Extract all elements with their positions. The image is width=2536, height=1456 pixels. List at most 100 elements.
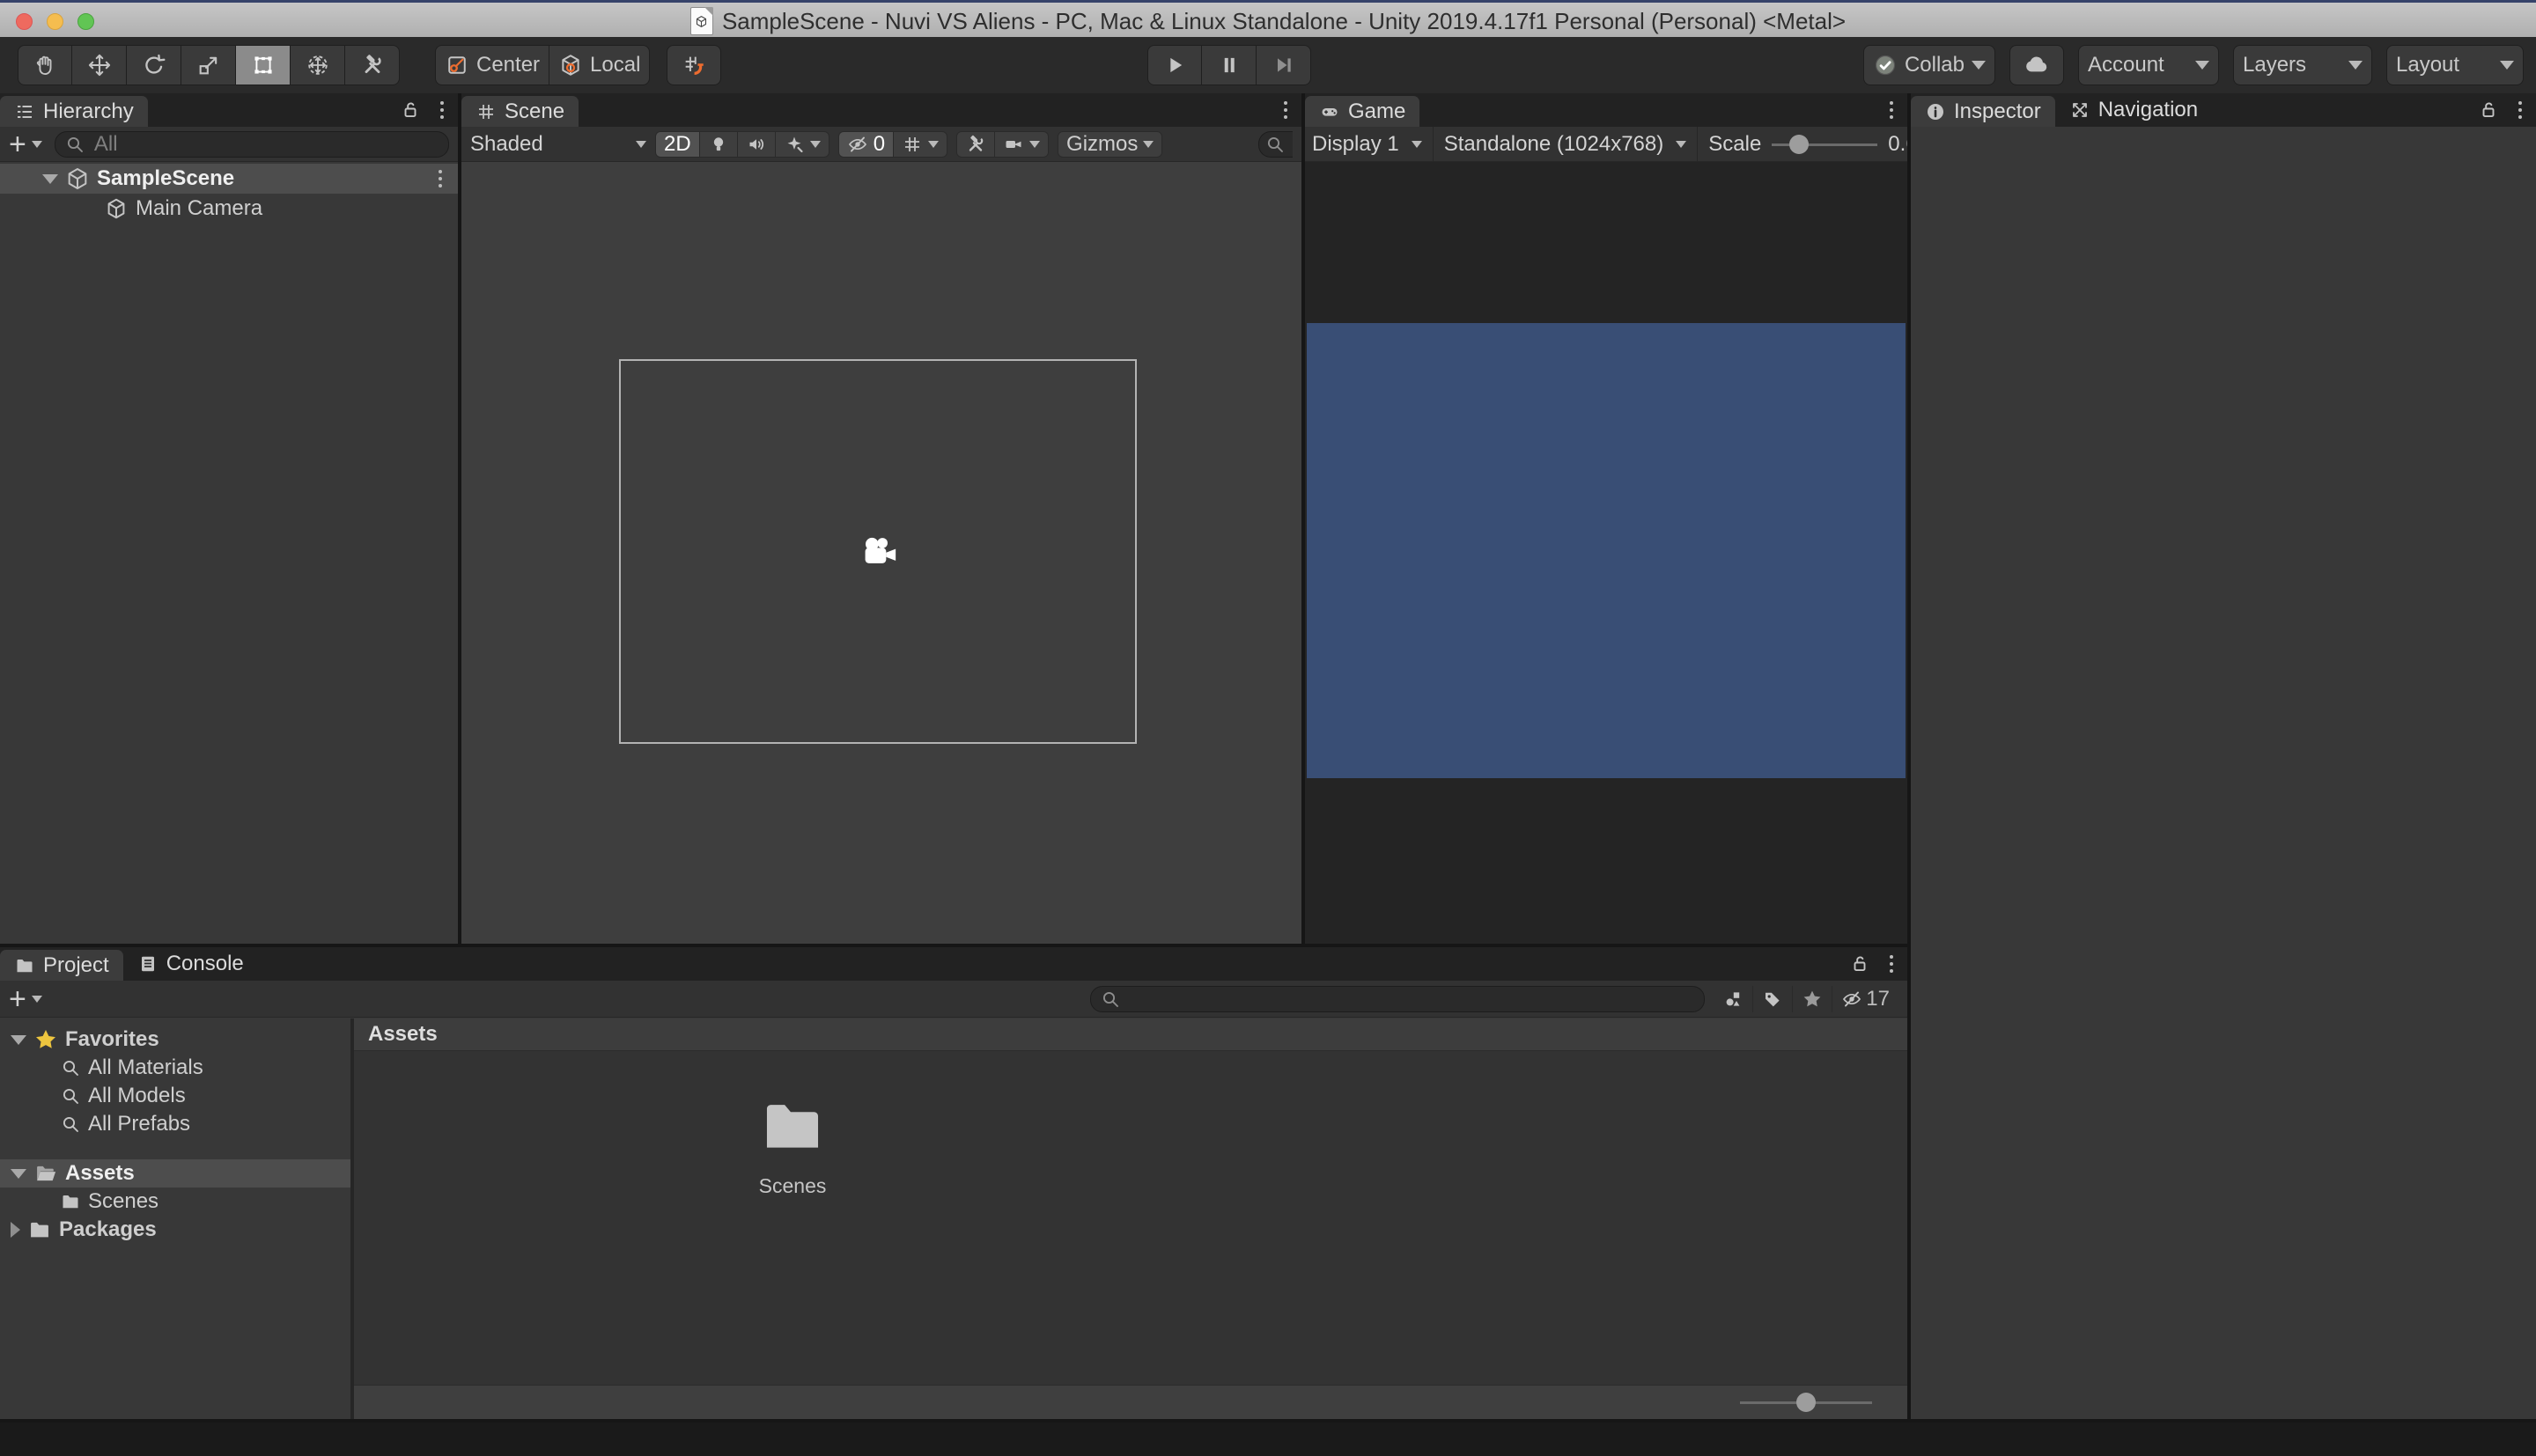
move-tool-button[interactable] — [72, 45, 127, 85]
toggle-2d-button[interactable]: 2D — [655, 130, 700, 158]
eye-off-icon — [847, 134, 868, 155]
gizmos-dropdown[interactable]: Gizmos — [1058, 130, 1163, 158]
packages-label: Packages — [59, 1217, 157, 1241]
hierarchy-row-main-camera[interactable]: Main Camera — [0, 194, 458, 224]
thumbnail-slider-thumb[interactable] — [1796, 1393, 1816, 1412]
aspect-dropdown[interactable]: Standalone (1024x768) — [1444, 132, 1687, 157]
project-content-column: Assets Scenes — [354, 1018, 1907, 1419]
component-tools-button[interactable] — [956, 130, 996, 158]
tab-project[interactable]: Project — [0, 950, 123, 981]
expand-collapse-icon[interactable] — [42, 173, 58, 184]
unity-editor-window: SampleScene - Nuvi VS Aliens - PC, Mac &… — [0, 0, 2536, 1456]
scene-camera-dropdown[interactable] — [995, 130, 1050, 158]
asset-grid[interactable]: Scenes — [354, 1051, 1907, 1385]
panel-menu-button[interactable] — [437, 98, 447, 122]
tree-row-all-materials[interactable]: All Materials — [0, 1054, 350, 1082]
tab-navigation[interactable]: Navigation — [2055, 93, 2212, 127]
expand-collapse-icon[interactable] — [11, 1168, 26, 1179]
scale-slider-thumb[interactable] — [1789, 134, 1810, 154]
favorite-search-button[interactable] — [1792, 985, 1832, 1012]
rotate-tool-button[interactable] — [127, 45, 181, 85]
chevron-down-icon — [2348, 61, 2363, 70]
cloud-button[interactable] — [2009, 45, 2064, 85]
scene-menu-button[interactable] — [435, 166, 446, 191]
project-filter-icons: 17 — [1714, 985, 1898, 1012]
tree-row-all-models[interactable]: All Models — [0, 1082, 350, 1110]
asset-item-scenes-folder[interactable]: Scenes — [735, 1090, 850, 1198]
step-button[interactable] — [1257, 45, 1311, 85]
tree-row-scenes[interactable]: Scenes — [0, 1188, 350, 1216]
expand-collapse-icon[interactable] — [11, 1222, 20, 1238]
project-search-field[interactable] — [1090, 985, 1706, 1012]
panel-menu-button[interactable] — [1886, 98, 1897, 122]
scale-slider[interactable] — [1772, 131, 1878, 158]
hidden-packages-toggle[interactable]: 17 — [1832, 985, 1898, 1012]
minimize-window-button[interactable] — [47, 12, 63, 30]
panel-menu-button[interactable] — [1886, 952, 1897, 976]
star-icon — [33, 1027, 58, 1052]
tree-row-packages[interactable]: Packages — [0, 1216, 350, 1244]
scene-search-field[interactable] — [1258, 130, 1293, 158]
rotation-mode-button[interactable]: Local — [549, 45, 651, 85]
expand-collapse-icon[interactable] — [11, 1034, 26, 1045]
search-by-label-button[interactable] — [1752, 985, 1792, 1012]
tab-inspector[interactable]: Inspector — [1911, 96, 2055, 127]
transform-tool-button[interactable] — [291, 45, 345, 85]
camera-gizmo-icon[interactable] — [857, 532, 901, 576]
pause-button[interactable] — [1202, 45, 1257, 85]
zoom-window-button[interactable] — [77, 12, 94, 30]
scene-grid-dropdown[interactable] — [894, 130, 948, 158]
hierarchy-search-field[interactable] — [54, 130, 449, 158]
game-tab-label: Game — [1348, 99, 1406, 123]
scene-visibility-button[interactable]: 0 — [837, 130, 895, 158]
display-dropdown[interactable]: Display 1 — [1312, 132, 1422, 157]
hierarchy-search-input[interactable] — [92, 130, 439, 158]
tree-row-assets[interactable]: Assets — [0, 1159, 350, 1188]
lock-button[interactable] — [400, 99, 421, 121]
grid-snap-icon — [682, 53, 706, 77]
custom-tools-button[interactable] — [345, 45, 400, 85]
pivot-center-icon — [445, 53, 469, 77]
grid-snap-group — [667, 45, 721, 85]
panel-menu-button[interactable] — [2515, 98, 2525, 122]
lock-button[interactable] — [1849, 953, 1870, 974]
tab-console[interactable]: Console — [123, 947, 258, 981]
chevron-down-icon — [31, 140, 42, 148]
thumbnail-size-slider[interactable] — [1740, 1389, 1872, 1416]
scene-toggle-group: 2D — [655, 130, 829, 158]
grid-snapping-button[interactable] — [667, 45, 721, 85]
search-icon — [64, 134, 85, 155]
scale-tool-button[interactable] — [181, 45, 236, 85]
lock-button[interactable] — [2478, 99, 2499, 121]
speaker-icon — [746, 134, 767, 155]
scene-audio-button[interactable] — [737, 130, 776, 158]
scene-effects-dropdown[interactable] — [775, 130, 829, 158]
collab-button[interactable]: Collab — [1862, 45, 1995, 85]
folder-icon — [14, 955, 35, 976]
collab-check-icon — [1873, 53, 1898, 77]
draw-mode-dropdown[interactable]: Shaded — [470, 132, 646, 157]
rect-tool-button[interactable] — [236, 45, 291, 85]
tree-row-favorites[interactable]: Favorites — [0, 1026, 350, 1054]
game-viewport[interactable] — [1305, 162, 1907, 944]
project-search-input[interactable] — [1128, 985, 1696, 1012]
tree-row-all-prefabs[interactable]: All Prefabs — [0, 1110, 350, 1138]
layers-dropdown[interactable]: Layers — [2233, 45, 2372, 85]
tab-hierarchy[interactable]: Hierarchy — [0, 96, 148, 127]
account-dropdown[interactable]: Account — [2078, 45, 2219, 85]
hand-tool-button[interactable] — [18, 45, 72, 85]
tab-game[interactable]: Game — [1305, 96, 1420, 127]
panel-menu-button[interactable] — [1280, 98, 1291, 122]
scene-viewport[interactable] — [461, 162, 1301, 944]
search-by-type-button[interactable] — [1714, 986, 1752, 1012]
pivot-mode-button[interactable]: Center — [435, 45, 550, 85]
create-menu-button[interactable]: + — [9, 129, 42, 159]
tab-scene[interactable]: Scene — [461, 96, 579, 127]
create-asset-button[interactable]: + — [9, 984, 42, 1014]
scene-tabbar: Scene — [461, 93, 1301, 127]
play-button[interactable] — [1147, 45, 1202, 85]
hierarchy-row-samplescene[interactable]: SampleScene — [0, 164, 458, 194]
close-window-button[interactable] — [16, 12, 33, 30]
scene-lighting-button[interactable] — [699, 130, 738, 158]
layout-dropdown[interactable]: Layout — [2386, 45, 2524, 85]
